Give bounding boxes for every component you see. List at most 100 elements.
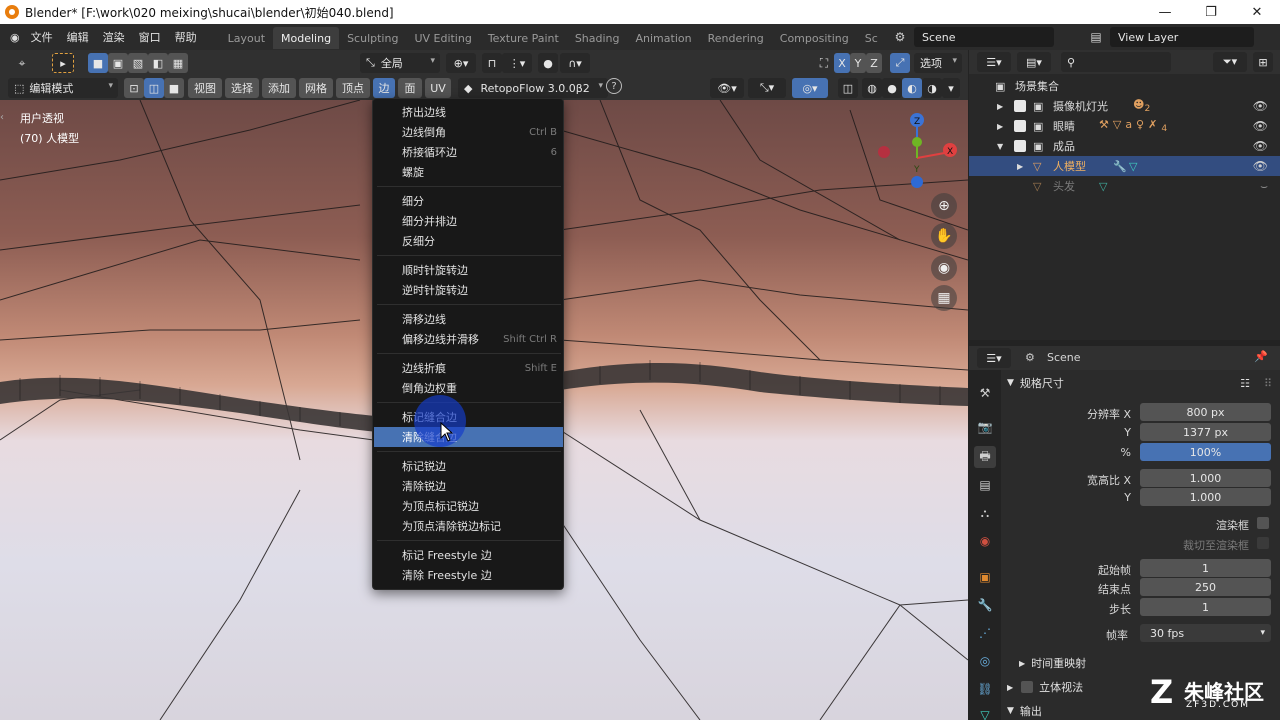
stereoscopy-checkbox[interactable] bbox=[1021, 681, 1034, 693]
outliner-row-human-model[interactable]: ▶ ▽ 人模型 🔧 ▽ 👁 bbox=[969, 156, 1280, 176]
frame-step-field[interactable]: 1 bbox=[1140, 598, 1271, 616]
presets-list-icon[interactable]: ☷ bbox=[1240, 377, 1250, 390]
render-region-checkbox[interactable] bbox=[1257, 517, 1269, 529]
xray-button[interactable]: ◫ bbox=[838, 78, 858, 98]
outliner-row-finished[interactable]: ▼ ▣ 成品 👁 bbox=[969, 136, 1280, 156]
camera-view-icon[interactable]: ◉ bbox=[931, 255, 957, 281]
view-layer-selector[interactable]: View Layer bbox=[1110, 27, 1254, 47]
menu-item-bevel-weight[interactable]: 倒角边权重 bbox=[374, 378, 563, 398]
face-select-mode-button[interactable]: ■ bbox=[164, 78, 184, 98]
menu-item-clear-sharp-from-vertices[interactable]: 为顶点清除锐边标记 bbox=[374, 516, 563, 536]
menu-item-subdivide[interactable]: 细分 bbox=[374, 191, 563, 211]
pan-hand-icon[interactable]: ✋ bbox=[931, 223, 957, 249]
display-mode-button[interactable]: ▤▾ bbox=[1017, 52, 1051, 72]
perspective-grid-icon[interactable]: ▦ bbox=[931, 285, 957, 311]
retopoflow-menu[interactable]: ◆ RetopoFlow 3.0.0β2 ▾ bbox=[458, 78, 608, 98]
menu-item-bridge-edge-loops[interactable]: 桥接循环边 6 bbox=[374, 142, 563, 162]
menu-item-mark-sharp[interactable]: 标记锐边 bbox=[374, 456, 563, 476]
mirror-x-toggle[interactable]: X bbox=[834, 53, 850, 73]
frame-start-field[interactable]: 1 bbox=[1140, 559, 1271, 577]
menu-item-mark-freestyle-edge[interactable]: 标记 Freestyle 边 bbox=[374, 545, 563, 565]
modifier-tab-icon[interactable]: 🔧 bbox=[974, 594, 996, 616]
menu-vertex[interactable]: 顶点 bbox=[336, 78, 370, 98]
tab-texture-paint[interactable]: Texture Paint bbox=[480, 27, 567, 49]
menu-item-edge-slide[interactable]: 滑移边线 bbox=[374, 309, 563, 329]
visibility-button[interactable]: 👁▾ bbox=[710, 78, 744, 98]
proportional-edit-button[interactable]: ● bbox=[538, 53, 558, 73]
menu-window[interactable]: 窗口 bbox=[132, 24, 168, 50]
menu-face[interactable]: 面 bbox=[398, 78, 422, 98]
auto-merge-button[interactable]: ⤢ bbox=[890, 53, 910, 73]
visibility-eye-icon[interactable]: 👁 bbox=[1253, 139, 1268, 153]
exclude-checkbox[interactable] bbox=[1014, 140, 1026, 152]
resolution-percent-field[interactable]: 100% bbox=[1140, 443, 1271, 461]
menu-render[interactable]: 渲染 bbox=[96, 24, 132, 50]
shading-options-button[interactable]: ▾ bbox=[942, 78, 960, 98]
menu-item-mark-seam[interactable]: 标记缝合边 bbox=[374, 407, 563, 427]
expand-arrow-icon[interactable]: ▶ bbox=[997, 102, 1003, 111]
toolbar-expand-icon[interactable]: ‹ bbox=[0, 112, 4, 123]
zoom-icon[interactable]: ⊕ bbox=[931, 193, 957, 219]
menu-view[interactable]: 视图 bbox=[188, 78, 222, 98]
gizmo-button[interactable]: ⤡▾ bbox=[748, 78, 786, 98]
menu-item-screw[interactable]: 螺旋 bbox=[374, 162, 563, 182]
tab-shading[interactable]: Shading bbox=[567, 27, 628, 49]
view-layer-icon[interactable]: ▤ bbox=[1086, 27, 1106, 47]
menu-edge[interactable]: 边 bbox=[373, 78, 395, 98]
menu-mesh[interactable]: 网格 bbox=[299, 78, 333, 98]
collapse-arrow-icon[interactable]: ▼ bbox=[997, 142, 1003, 151]
options-dropdown[interactable]: 选项 ▾ bbox=[914, 53, 962, 73]
world-tab-icon[interactable]: ◉ bbox=[974, 530, 996, 552]
render-tab-icon[interactable]: 📷 bbox=[974, 416, 996, 438]
blender-menu-icon[interactable]: ◉ bbox=[0, 24, 24, 50]
menu-select[interactable]: 选择 bbox=[225, 78, 259, 98]
tab-sculpting[interactable]: Sculpting bbox=[339, 27, 406, 49]
menu-add[interactable]: 添加 bbox=[262, 78, 296, 98]
menu-help[interactable]: 帮助 bbox=[168, 24, 204, 50]
tab-rendering[interactable]: Rendering bbox=[700, 27, 772, 49]
hidden-eye-icon[interactable]: ⌣ bbox=[1260, 179, 1268, 194]
menu-item-subdivide-edge-ring[interactable]: 细分并排边 bbox=[374, 211, 563, 231]
scene-icon[interactable]: ⚙ bbox=[890, 27, 910, 47]
menu-uv[interactable]: UV bbox=[425, 78, 451, 98]
visibility-eye-icon[interactable]: 👁 bbox=[1253, 99, 1268, 113]
menu-item-un-subdivide[interactable]: 反细分 bbox=[374, 231, 563, 251]
transform-orientation-select[interactable]: ⤡ 全局 ▾ bbox=[360, 53, 440, 73]
select-new-button[interactable]: ■ bbox=[88, 53, 108, 73]
visibility-eye-icon[interactable]: 👁 bbox=[1253, 159, 1268, 173]
close-button[interactable]: ✕ bbox=[1234, 0, 1280, 24]
edge-select-mode-button[interactable]: ◫ bbox=[144, 78, 164, 98]
select-extend-button[interactable]: ▣ bbox=[108, 53, 128, 73]
tool-tab-icon[interactable]: ⚒ bbox=[974, 382, 996, 404]
maximize-button[interactable]: ❐ bbox=[1188, 0, 1234, 24]
drag-handle-icon[interactable]: ⠿ bbox=[1264, 377, 1272, 390]
menu-item-offset-edge-slide[interactable]: 偏移边线并滑移 Shift Ctrl R bbox=[374, 329, 563, 349]
view-layer-tab-icon[interactable]: ▤ bbox=[974, 474, 996, 496]
menu-edit[interactable]: 编辑 bbox=[60, 24, 96, 50]
aspect-x-field[interactable]: 1.000 bbox=[1140, 469, 1271, 487]
format-section-header[interactable]: ▼ 规格尺寸 ☷ ⠿ bbox=[1001, 372, 1280, 394]
menu-item-bevel-edges[interactable]: 边线倒角 Ctrl B bbox=[374, 122, 563, 142]
falloff-button[interactable]: ∩▾ bbox=[560, 53, 590, 73]
mirror-z-toggle[interactable]: Z bbox=[866, 53, 882, 73]
time-remapping-section-header[interactable]: ▶ 时间重映射 bbox=[1001, 652, 1280, 674]
rendered-shading-button[interactable]: ◑ bbox=[922, 78, 942, 98]
frame-rate-select[interactable]: 30 fps ▾ bbox=[1140, 624, 1271, 642]
menu-item-clear-seam[interactable]: 清除缝合边 bbox=[374, 427, 563, 447]
exclude-checkbox[interactable] bbox=[1014, 120, 1026, 132]
help-icon[interactable]: ? bbox=[606, 78, 622, 94]
select-box-tool-button[interactable]: ▸ bbox=[52, 53, 74, 73]
outliner-row-scene-collection[interactable]: ▣ 场景集合 bbox=[969, 76, 1280, 96]
outliner-row-hair[interactable]: ▽ 头发 ▽ ⌣ bbox=[969, 176, 1280, 196]
menu-item-clear-sharp[interactable]: 清除锐边 bbox=[374, 476, 563, 496]
menu-file[interactable]: 文件 bbox=[24, 24, 60, 50]
tab-layout[interactable]: Layout bbox=[220, 27, 273, 49]
material-shading-button[interactable]: ◐ bbox=[902, 78, 922, 98]
physics-tab-icon[interactable]: ◎ bbox=[974, 650, 996, 672]
pivot-point-button[interactable]: ⊕▾ bbox=[446, 53, 476, 73]
object-tab-icon[interactable]: ▣ bbox=[974, 566, 996, 588]
navigation-gizmo[interactable]: Z X Y bbox=[872, 110, 962, 200]
select-intersect-button[interactable]: ▦ bbox=[168, 53, 188, 73]
outliner-search-input[interactable]: ⚲ bbox=[1061, 52, 1171, 72]
select-invert-button[interactable]: ◧ bbox=[148, 53, 168, 73]
